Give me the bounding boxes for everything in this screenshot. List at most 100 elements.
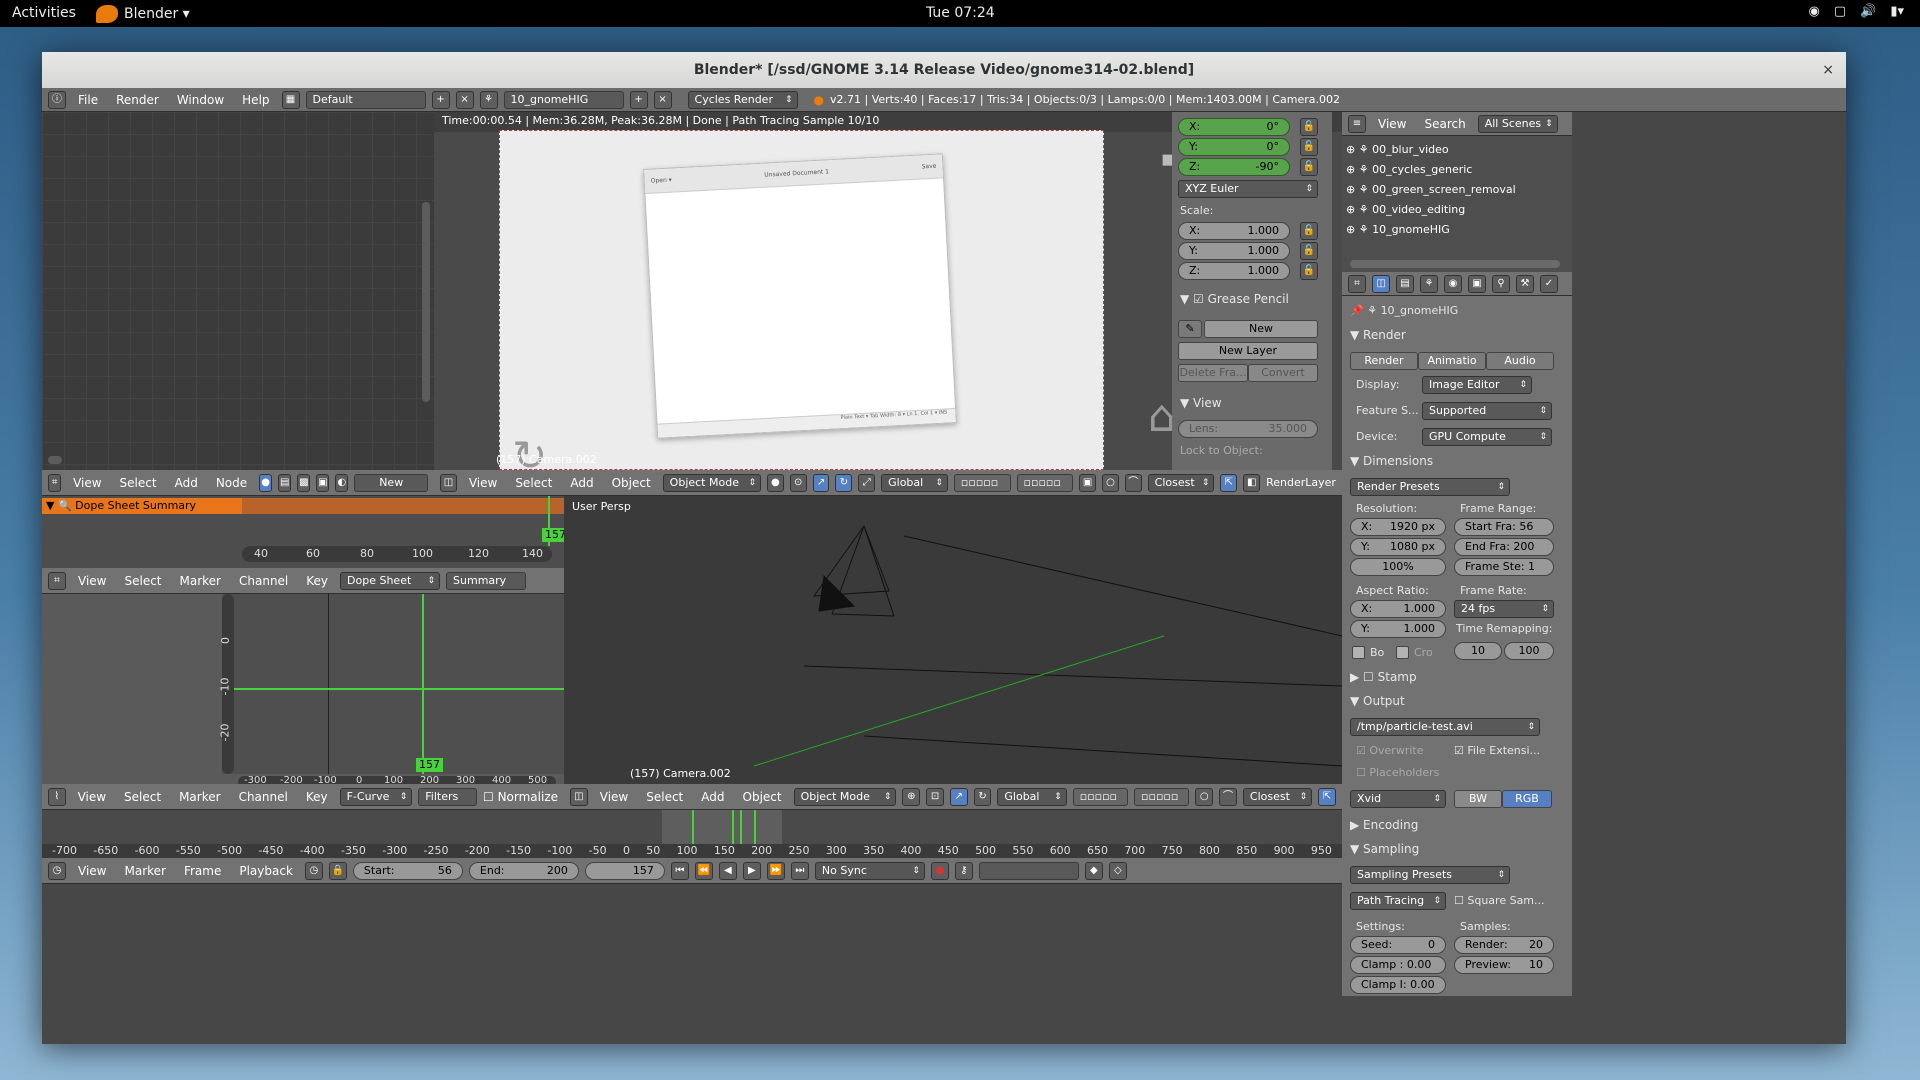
play-reverse-icon[interactable]: ◀ — [718, 861, 737, 880]
convert-button[interactable]: Convert — [1248, 364, 1318, 382]
dopesheet-mode-select[interactable]: Dope Sheet — [340, 571, 441, 590]
menu-help[interactable]: Help — [236, 93, 275, 107]
time-remap-old-field[interactable]: 10 — [1454, 642, 1502, 660]
clamp-indirect-field[interactable]: Clamp I: 0.00 — [1350, 976, 1446, 994]
node-editor-type-icon[interactable]: ⌗ — [48, 473, 62, 492]
graph-canvas[interactable] — [222, 594, 564, 774]
timeline-ruler[interactable]: -700 -650 -600 -550 -500 -450 -400 -350 -300 -250… — [42, 844, 1342, 858]
translate-manipulator-icon[interactable]: ↗ — [949, 787, 968, 806]
outliner-item[interactable]: ⊕ ⚘ 00_green_screen_removal — [1346, 180, 1516, 200]
record-icon[interactable]: ● — [930, 861, 949, 880]
frame-step-field[interactable]: Frame Ste: 1 — [1454, 558, 1554, 576]
render-samples-field[interactable]: Render: 20 — [1454, 936, 1554, 954]
close-button[interactable]: × — [1822, 52, 1834, 88]
scene-field[interactable]: 10_gnomeHIG — [503, 90, 624, 109]
view3d-bottom-type-icon[interactable]: ◫ — [570, 787, 588, 806]
aspect-x-field[interactable]: X: 1.000 — [1350, 600, 1446, 618]
graph-type-icon[interactable]: ⌇ — [48, 787, 66, 806]
volume-icon[interactable]: 🔊 — [1860, 4, 1876, 19]
dopesheet-frame-indicator[interactable]: 157 — [542, 528, 564, 542]
world-tab-icon[interactable]: ◉ — [1444, 274, 1462, 293]
graph-menu-channel[interactable]: Channel — [233, 790, 294, 804]
orientation-select[interactable]: Global — [997, 787, 1067, 806]
preview-range-icon[interactable]: ◷ — [304, 861, 323, 880]
outliner-scrollbar[interactable] — [1350, 260, 1560, 268]
node-menu-node[interactable]: Node — [210, 476, 253, 490]
scene-icon[interactable]: ⚘ — [479, 90, 498, 109]
scale-z-field[interactable]: Z: 1.000 — [1178, 262, 1290, 280]
lock-scale-y-icon[interactable]: 🔓 — [1300, 242, 1318, 260]
render-layers-tab-icon[interactable]: ▤ — [1396, 274, 1414, 293]
square-samples-option[interactable]: ☐ Square Sam... — [1454, 894, 1545, 907]
sampling-section-header[interactable]: ▼ Sampling — [1350, 842, 1419, 856]
data-tab-icon[interactable]: ✓ — [1540, 274, 1558, 293]
dopesheet-summary-toggle[interactable]: Summary — [446, 571, 527, 590]
grease-pencil-header[interactable]: ▼ ☑ Grease Pencil — [1180, 292, 1289, 306]
proportional-edit-icon[interactable]: ○ — [1195, 787, 1214, 806]
graph-menu-view[interactable]: View — [72, 790, 112, 804]
view3d-menu-object[interactable]: Object — [737, 790, 788, 804]
view3d-top-menu-add[interactable]: Add — [564, 476, 599, 490]
resolution-percent-field[interactable]: 100% — [1350, 558, 1446, 576]
timeline-menu-playback[interactable]: Playback — [233, 864, 299, 878]
dopesheet-type-icon[interactable]: ⌗ — [48, 571, 66, 590]
world-nodes-icon[interactable]: ◐ — [335, 473, 349, 492]
layers-grid[interactable]: ▫▫▫▫▫ — [1072, 787, 1129, 806]
orientation-select-top[interactable]: Global — [881, 473, 948, 492]
node-menu-select[interactable]: Select — [114, 476, 163, 490]
node-new-button[interactable]: New — [354, 473, 428, 492]
time-remap-new-field[interactable]: 100 — [1504, 642, 1554, 660]
view-section-header[interactable]: ▼ View — [1180, 396, 1222, 410]
timeline-current-frame-field[interactable]: 157 — [584, 861, 665, 880]
outliner-item[interactable]: ⊕ ⚘ 10_gnomeHIG — [1346, 220, 1516, 240]
graph-menu-select[interactable]: Select — [118, 790, 167, 804]
layout-field[interactable]: Default — [305, 90, 426, 109]
file-extensions-option[interactable]: ☑ File Extensi... — [1454, 744, 1540, 757]
node-editor-area[interactable] — [42, 112, 434, 470]
audio-button[interactable]: Audio — [1486, 352, 1554, 370]
add-layout-icon[interactable]: + — [431, 90, 450, 109]
rotate-manipulator-icon[interactable]: ↻ — [835, 473, 853, 492]
snap-target-select[interactable]: Closest — [1242, 787, 1313, 806]
crop-checkbox[interactable] — [1396, 646, 1409, 659]
dopesheet-summary-channel[interactable]: ▼ 🔍 Dope Sheet Summary — [42, 498, 242, 514]
sync-mode-select[interactable]: No Sync — [814, 861, 925, 880]
render-engine-select[interactable]: Cycles Render — [687, 90, 798, 109]
dimensions-section-header[interactable]: ▼ Dimensions — [1350, 454, 1433, 468]
view3d-menu-view[interactable]: View — [594, 790, 634, 804]
layers-grid-top[interactable]: ▫▫▫▫▫ — [953, 473, 1011, 492]
timeline-start-field[interactable]: Start: 56 — [352, 861, 463, 880]
rotate-icon[interactable]: ↻ — [973, 787, 992, 806]
integrator-select[interactable]: Path Tracing — [1350, 892, 1446, 910]
dopesheet-menu-key[interactable]: Key — [300, 574, 334, 588]
start-frame-field[interactable]: Start Fra: 56 — [1454, 518, 1554, 536]
scene-tab-icon[interactable]: ⚘ — [1420, 274, 1438, 293]
rotation-mode-select[interactable]: XYZ Euler — [1178, 180, 1318, 198]
stamp-section-header[interactable]: ▶ ☐ Stamp — [1350, 670, 1417, 684]
dopesheet-menu-channel[interactable]: Channel — [233, 574, 294, 588]
compositing-nodes-icon[interactable]: ▤ — [278, 473, 292, 492]
graph-menu-marker[interactable]: Marker — [173, 790, 226, 804]
snap-align-icon[interactable]: ⇱ — [1220, 473, 1238, 492]
clock[interactable]: Tue 07:24 — [926, 5, 995, 21]
accessibility-icon[interactable]: ◉ — [1808, 4, 1819, 19]
remove-layout-icon[interactable]: × — [455, 90, 474, 109]
graph-editor-area[interactable]: 157 0 -10 -20 -300 -200 -100 0 100 200 3… — [42, 594, 564, 784]
outliner-item[interactable]: ⊕ ⚘ 00_video_editing — [1346, 200, 1516, 220]
delete-frame-button[interactable]: Delete Fra... — [1178, 364, 1248, 382]
overwrite-option[interactable]: ☑ Overwrite — [1356, 744, 1423, 757]
timeline-type-icon[interactable]: ◷ — [48, 861, 66, 880]
normalize-option[interactable]: ☐ Normalize — [483, 790, 558, 804]
output-path-field[interactable]: /tmp/particle-test.avi — [1350, 718, 1540, 736]
border-checkbox[interactable] — [1352, 646, 1365, 659]
prev-keyframe-icon[interactable]: ⏪ — [694, 861, 713, 880]
bw-button[interactable]: BW — [1454, 790, 1502, 808]
graph-filters-button[interactable]: Filters — [418, 787, 477, 806]
rotation-z-field[interactable]: Z: -90° — [1178, 158, 1290, 176]
node-menu-add[interactable]: Add — [169, 476, 204, 490]
jump-end-icon[interactable]: ⏭ — [790, 861, 809, 880]
sampling-presets-select[interactable]: Sampling Presets — [1350, 866, 1510, 884]
timeline-menu-view[interactable]: View — [72, 864, 112, 878]
lock-rot-z-icon[interactable]: 🔓 — [1300, 158, 1318, 176]
outliner-menu-view[interactable]: View — [1372, 117, 1412, 131]
